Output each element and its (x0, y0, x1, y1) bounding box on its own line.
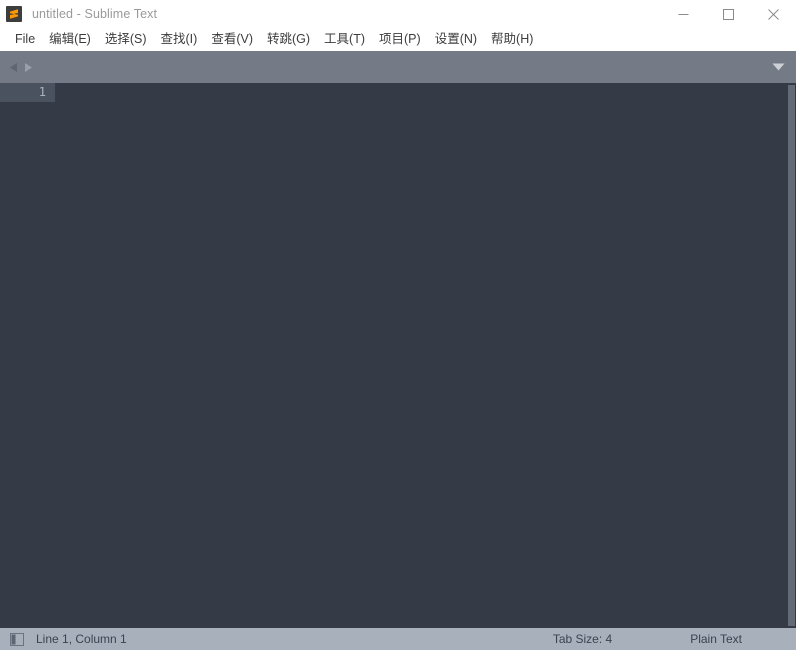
tab-size-indicator[interactable]: Tab Size: 4 (553, 632, 612, 646)
title-bar: untitled - Sublime Text (0, 0, 796, 28)
minimize-button[interactable] (661, 0, 706, 28)
menu-item-edit[interactable]: 编辑(E) (42, 28, 98, 51)
chevron-down-icon[interactable] (768, 51, 788, 83)
gutter-line-1: 1 (0, 83, 55, 102)
sublime-text-window: untitled - Sublime Text File 编辑(E) 选择(S)… (0, 0, 796, 650)
sidebar-toggle-icon[interactable] (10, 632, 24, 646)
line-number: 1 (38, 85, 46, 99)
editor-scrollbar[interactable] (788, 83, 796, 628)
menu-item-find[interactable]: 查找(I) (154, 28, 205, 51)
tab-bar (0, 51, 796, 83)
scrollbar-thumb[interactable] (788, 85, 795, 626)
arrow-right-icon[interactable] (23, 61, 34, 73)
status-bar-right: Tab Size: 4 Plain Text (553, 628, 796, 650)
editor-area[interactable]: 1 (0, 83, 796, 628)
arrow-left-icon[interactable] (8, 61, 19, 73)
sublime-text-logo-icon (6, 6, 22, 22)
close-button[interactable] (751, 0, 796, 28)
menu-item-selection[interactable]: 选择(S) (98, 28, 154, 51)
window-controls (661, 0, 796, 28)
menu-item-view[interactable]: 查看(V) (204, 28, 260, 51)
syntax-indicator[interactable]: Plain Text (690, 632, 742, 646)
maximize-button[interactable] (706, 0, 751, 28)
status-bar: Line 1, Column 1 Tab Size: 4 Plain Text (0, 628, 796, 650)
window-title: untitled - Sublime Text (32, 7, 158, 21)
menu-item-tools[interactable]: 工具(T) (317, 28, 372, 51)
menu-item-project[interactable]: 项目(P) (372, 28, 428, 51)
menu-item-preferences[interactable]: 设置(N) (428, 28, 484, 51)
cursor-position[interactable]: Line 1, Column 1 (36, 632, 127, 646)
menu-item-help[interactable]: 帮助(H) (484, 28, 540, 51)
text-caret (64, 86, 65, 100)
menu-item-goto[interactable]: 转跳(G) (260, 28, 317, 51)
tab-navigation (8, 61, 34, 73)
menu-item-file[interactable]: File (8, 28, 42, 51)
menu-bar: File 编辑(E) 选择(S) 查找(I) 查看(V) 转跳(G) 工具(T)… (0, 28, 796, 51)
